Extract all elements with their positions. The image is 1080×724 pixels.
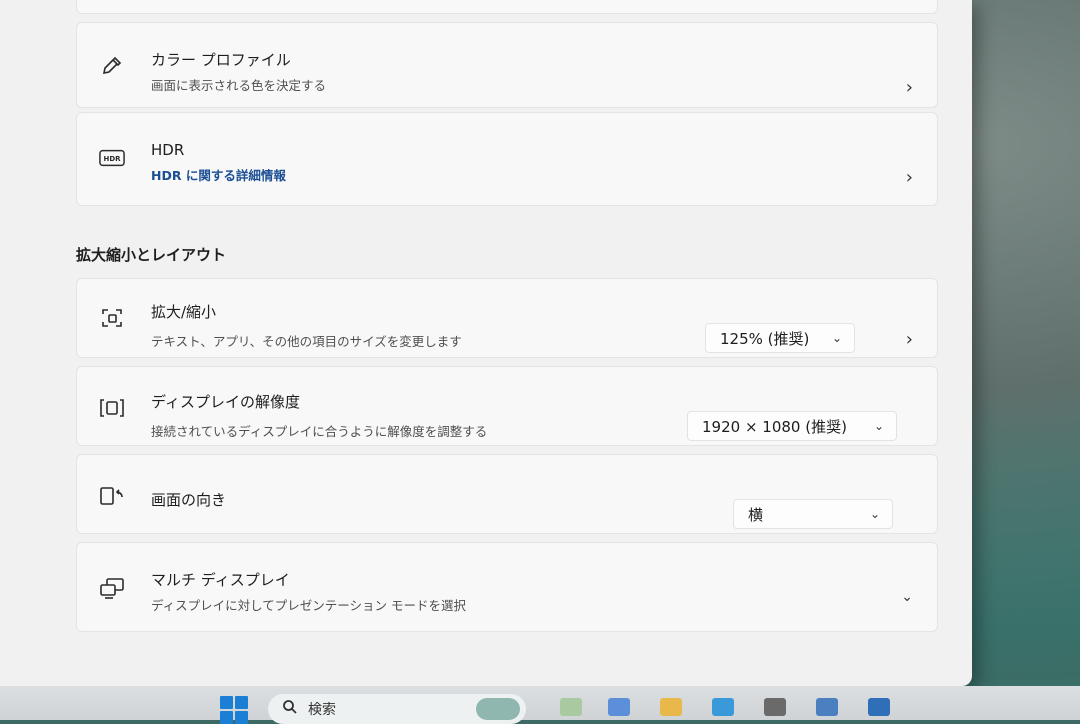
taskbar-app-icon[interactable] xyxy=(560,698,582,716)
orientation-title: 画面の向き xyxy=(151,491,227,509)
scale-icon xyxy=(99,305,125,331)
orientation-dropdown[interactable]: 横 ⌄ xyxy=(733,499,893,529)
chevron-down-icon: ⌄ xyxy=(831,331,842,345)
multi-display-card[interactable]: マルチ ディスプレイ ディスプレイに対してプレゼンテーション モードを選択 ⌄ xyxy=(76,542,938,632)
multi-display-title: マルチ ディスプレイ xyxy=(151,571,290,589)
section-heading: 拡大縮小とレイアウト xyxy=(76,246,227,264)
folder-icon[interactable] xyxy=(660,698,682,716)
svg-text:HDR: HDR xyxy=(104,155,122,163)
resolution-value: 1920 × 1080 (推奨) xyxy=(702,417,847,436)
chevron-right-icon: › xyxy=(905,77,913,98)
resolution-subtitle: 接続されているディスプレイに合うように解像度を調整する xyxy=(151,424,488,439)
search-placeholder: 検索 xyxy=(308,702,336,718)
taskbar-app-icon[interactable] xyxy=(816,698,838,716)
chevron-right-icon: › xyxy=(905,167,913,188)
scale-dropdown[interactable]: 125% (推奨) ⌄ xyxy=(705,323,855,353)
search-highlight-icon xyxy=(476,698,520,720)
search-icon xyxy=(282,699,298,719)
hdr-card[interactable]: HDR HDR HDR に関する詳細情報 › xyxy=(76,112,938,206)
resolution-card[interactable]: ディスプレイの解像度 接続されているディスプレイに合うように解像度を調整する 1… xyxy=(76,366,938,446)
hdr-icon: HDR xyxy=(99,145,125,171)
multi-display-subtitle: ディスプレイに対してプレゼンテーション モードを選択 xyxy=(151,598,466,613)
taskbar-app-icon[interactable] xyxy=(608,698,630,716)
resolution-icon xyxy=(99,395,125,421)
settings-card-partial[interactable] xyxy=(76,0,938,14)
color-profile-subtitle: 画面に表示される色を決定する xyxy=(151,78,327,93)
scale-value: 125% (推奨) xyxy=(720,329,810,348)
taskbar-app-icon[interactable] xyxy=(868,698,890,716)
color-profile-title: カラー プロファイル xyxy=(151,51,291,69)
taskbar: 検索 xyxy=(0,686,1080,724)
taskbar-app-icon[interactable] xyxy=(712,698,734,716)
scale-card[interactable]: 拡大/縮小 テキスト、アプリ、その他の項目のサイズを変更します 125% (推奨… xyxy=(76,278,938,358)
color-profile-card[interactable]: カラー プロファイル 画面に表示される色を決定する › xyxy=(76,22,938,108)
resolution-title: ディスプレイの解像度 xyxy=(151,393,300,411)
orientation-icon xyxy=(99,483,125,509)
hdr-info-link[interactable]: HDR に関する詳細情報 xyxy=(151,165,286,184)
scale-title: 拡大/縮小 xyxy=(151,303,217,321)
hdr-title: HDR xyxy=(151,141,185,159)
chevron-down-icon[interactable]: ⌄ xyxy=(901,589,913,605)
multi-display-icon xyxy=(99,575,125,601)
taskbar-app-icon[interactable] xyxy=(764,698,786,716)
orientation-card[interactable]: 画面の向き 横 ⌄ xyxy=(76,454,938,534)
chevron-down-icon: ⌄ xyxy=(873,419,884,433)
settings-window: カラー プロファイル 画面に表示される色を決定する › HDR HDR HDR … xyxy=(0,0,972,686)
chevron-down-icon: ⌄ xyxy=(869,507,880,521)
chevron-right-icon[interactable]: › xyxy=(906,329,913,350)
orientation-value: 横 xyxy=(748,505,764,524)
scale-subtitle: テキスト、アプリ、その他の項目のサイズを変更します xyxy=(151,334,462,349)
resolution-dropdown[interactable]: 1920 × 1080 (推奨) ⌄ xyxy=(687,411,897,441)
eyedropper-icon xyxy=(99,53,125,79)
